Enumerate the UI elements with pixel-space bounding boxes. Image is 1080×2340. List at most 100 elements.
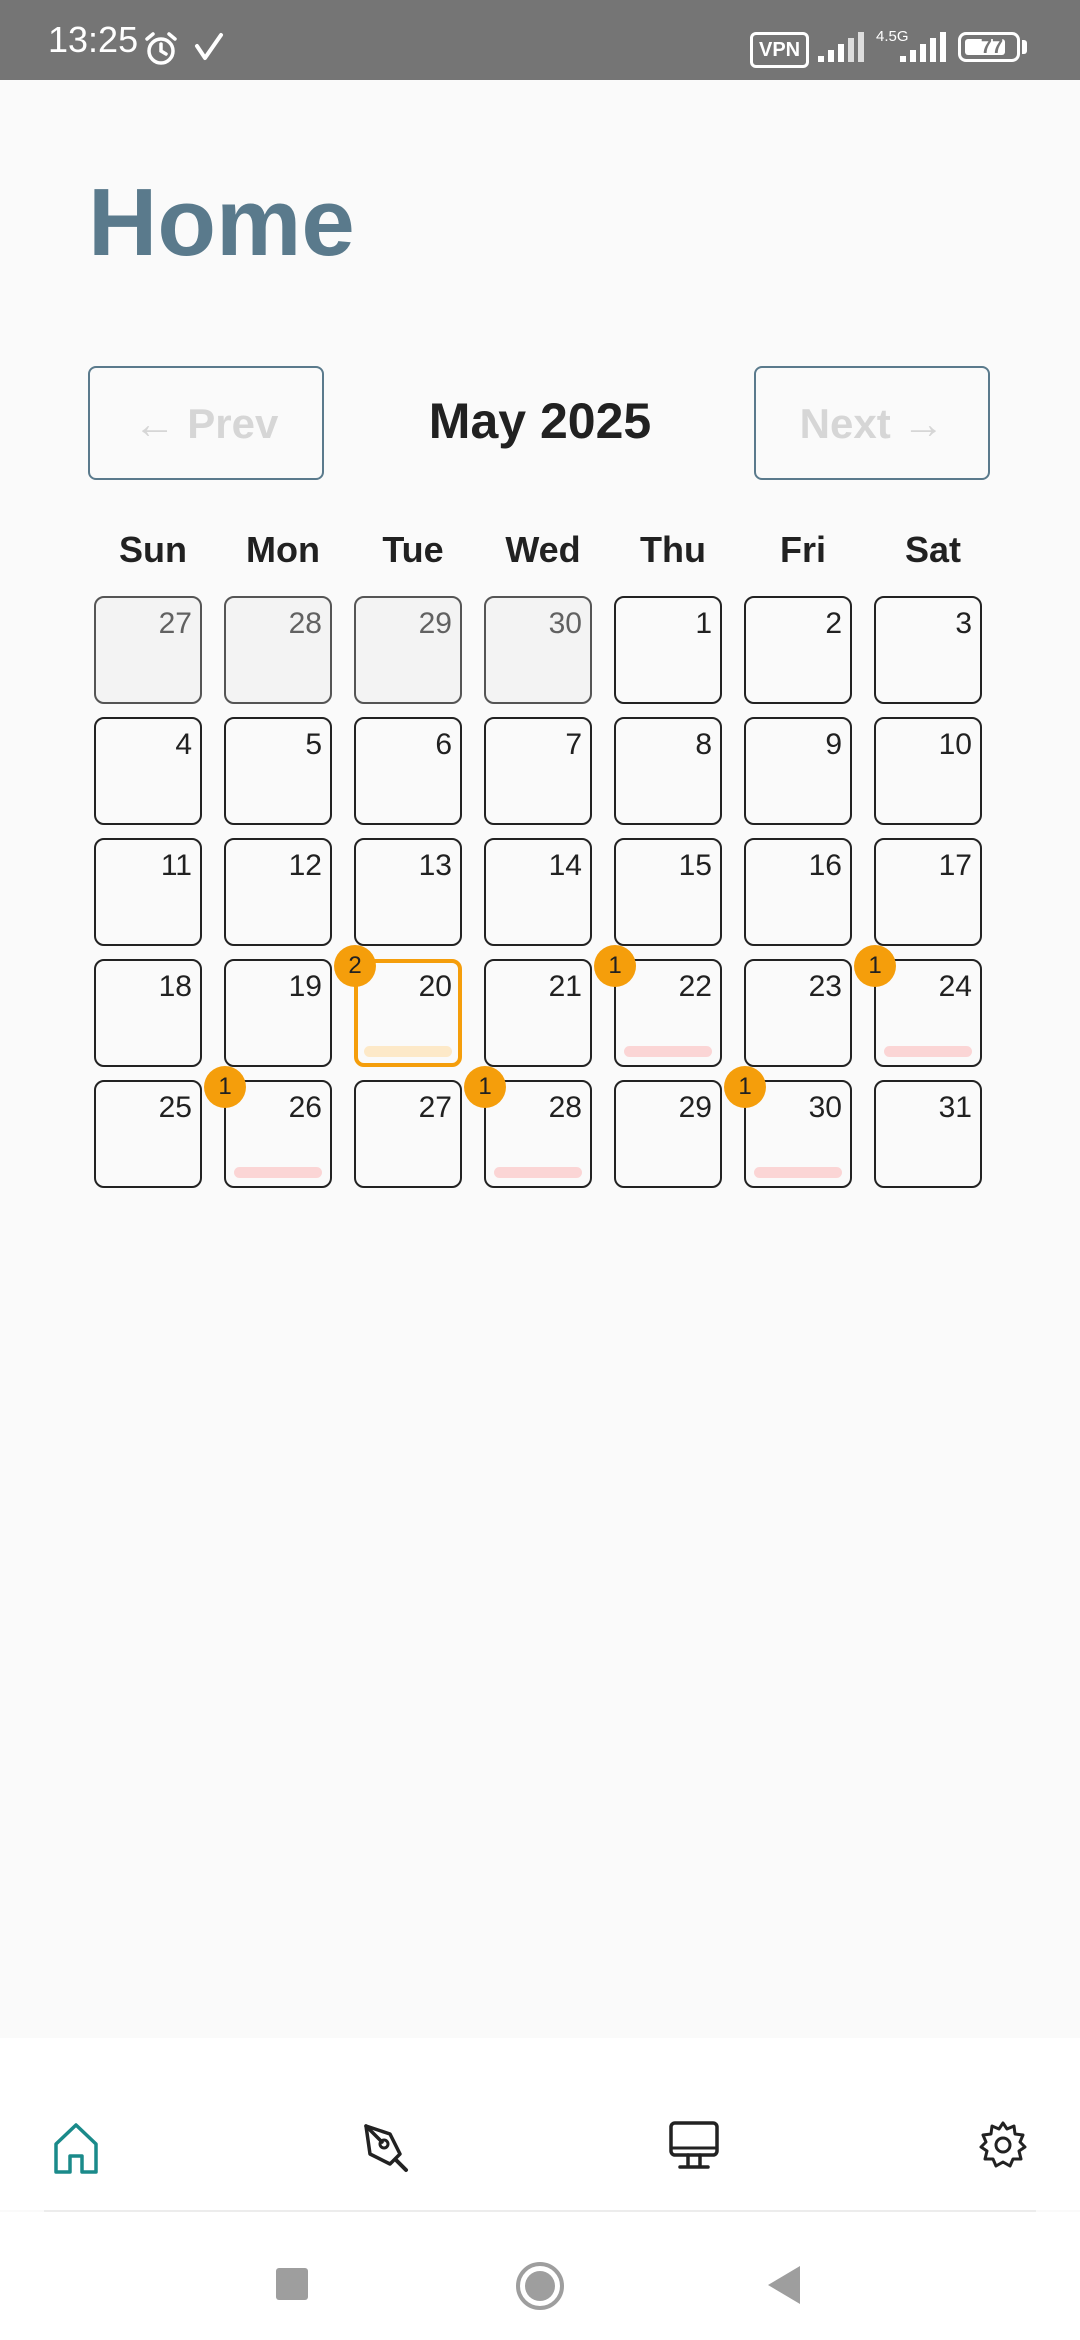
pen-tool-icon[interactable]: [360, 2120, 414, 2174]
home-icon[interactable]: [52, 2120, 100, 2176]
day-cell[interactable]: 25: [94, 1080, 202, 1188]
day-cell[interactable]: 7: [484, 717, 592, 825]
day-cell[interactable]: 18: [94, 959, 202, 1067]
recents-icon[interactable]: [276, 2268, 308, 2300]
day-number: 14: [548, 849, 582, 882]
day-number: 30: [548, 607, 582, 640]
event-count-badge: 1: [724, 1066, 766, 1108]
day-number: 11: [160, 849, 192, 882]
day-number: 31: [938, 1091, 972, 1124]
day-number: 16: [808, 849, 842, 882]
battery-level: 77: [980, 36, 1004, 58]
day-cell[interactable]: 19: [224, 959, 332, 1067]
day-number: 26: [288, 1091, 322, 1124]
weekday-header: Thu: [640, 529, 706, 570]
event-count-badge: 1: [594, 945, 636, 987]
day-number: 19: [288, 970, 322, 1003]
day-number: 20: [418, 970, 452, 1003]
day-cell[interactable]: 27: [354, 1080, 462, 1188]
day-cell[interactable]: 23: [744, 959, 852, 1067]
battery-cap: [1022, 40, 1027, 54]
day-number: 1: [695, 607, 712, 640]
day-cell[interactable]: 14: [484, 838, 592, 946]
weekday-header: Sun: [119, 529, 187, 570]
home-circle-icon[interactable]: [514, 2260, 566, 2312]
event-count-badge: 1: [464, 1066, 506, 1108]
day-number: 24: [938, 970, 972, 1003]
day-cell[interactable]: 6: [354, 717, 462, 825]
check-icon: [195, 33, 223, 60]
day-cell[interactable]: 4: [94, 717, 202, 825]
day-cell[interactable]: 28: [224, 596, 332, 704]
day-number: 6: [435, 728, 452, 761]
day-number: 21: [548, 970, 582, 1003]
weekday-header: Fri: [779, 529, 826, 570]
day-cell[interactable]: 29: [614, 1080, 722, 1188]
day-cell[interactable]: 5: [224, 717, 332, 825]
day-number: 23: [808, 970, 842, 1003]
event-indicator-bar: [624, 1046, 712, 1057]
signal-icon-secondary: [900, 32, 946, 62]
day-cell[interactable]: 29: [354, 596, 462, 704]
day-number: 25: [158, 1091, 192, 1124]
system-nav-bar: [0, 2212, 1080, 2340]
day-number: 12: [288, 849, 322, 882]
day-cell[interactable]: 9: [744, 717, 852, 825]
bottom-nav: [0, 2038, 1080, 2210]
day-number: 22: [678, 970, 712, 1003]
day-number: 27: [158, 607, 192, 640]
day-cell[interactable]: 11: [94, 838, 202, 946]
event-indicator-bar: [884, 1046, 972, 1057]
vpn-badge: VPN: [750, 32, 810, 68]
day-number: 28: [288, 607, 322, 640]
day-cell[interactable]: 1: [614, 596, 722, 704]
day-cell[interactable]: 16: [744, 838, 852, 946]
day-cell[interactable]: 8: [614, 717, 722, 825]
day-number: 13: [418, 849, 452, 882]
day-cell[interactable]: 10: [874, 717, 982, 825]
day-number: 9: [825, 728, 842, 761]
day-number: 15: [678, 849, 712, 882]
gear-icon[interactable]: [978, 2120, 1028, 2170]
day-cell[interactable]: 15: [614, 838, 722, 946]
next-month-button[interactable]: Next →: [754, 366, 990, 480]
day-cell[interactable]: 21: [484, 959, 592, 1067]
prev-month-button[interactable]: ← Prev: [88, 366, 324, 480]
day-cell[interactable]: 17: [874, 838, 982, 946]
weekday-header: Mon: [246, 529, 320, 570]
day-cell[interactable]: 31: [874, 1080, 982, 1188]
day-cell[interactable]: 13: [354, 838, 462, 946]
day-number: 29: [678, 1091, 712, 1124]
event-count-badge: 2: [334, 945, 376, 987]
day-number: 28: [548, 1091, 582, 1124]
day-cell[interactable]: 27: [94, 596, 202, 704]
weekday-header: Wed: [505, 529, 581, 570]
day-number: 8: [695, 728, 712, 761]
day-cell[interactable]: 3: [874, 596, 982, 704]
alarm-icon: [145, 32, 177, 65]
day-number: 5: [305, 728, 322, 761]
month-label: May 2025: [428, 393, 652, 449]
status-bar: 13:25 VPN 4.5G 77: [0, 0, 1080, 80]
event-indicator-bar: [234, 1167, 322, 1178]
day-number: 4: [175, 728, 192, 761]
monitor-icon[interactable]: [668, 2120, 720, 2172]
day-number: 29: [418, 607, 452, 640]
day-number: 2: [825, 607, 842, 640]
weekday-header: Tue: [382, 529, 444, 570]
day-cell[interactable]: 12: [224, 838, 332, 946]
event-count-badge: 1: [204, 1066, 246, 1108]
day-number: 18: [158, 970, 192, 1003]
event-indicator-bar: [494, 1167, 582, 1178]
day-number: 10: [938, 728, 972, 761]
event-indicator-bar: [754, 1167, 842, 1178]
day-number: 27: [418, 1091, 452, 1124]
event-count-badge: 1: [854, 945, 896, 987]
day-cell[interactable]: 30: [484, 596, 592, 704]
status-time: 13:25: [48, 19, 139, 60]
day-cell[interactable]: 2: [744, 596, 852, 704]
day-number: 3: [955, 607, 972, 640]
back-icon[interactable]: [766, 2264, 802, 2306]
page-title: Home: [88, 169, 355, 276]
event-indicator-bar: [364, 1046, 452, 1057]
